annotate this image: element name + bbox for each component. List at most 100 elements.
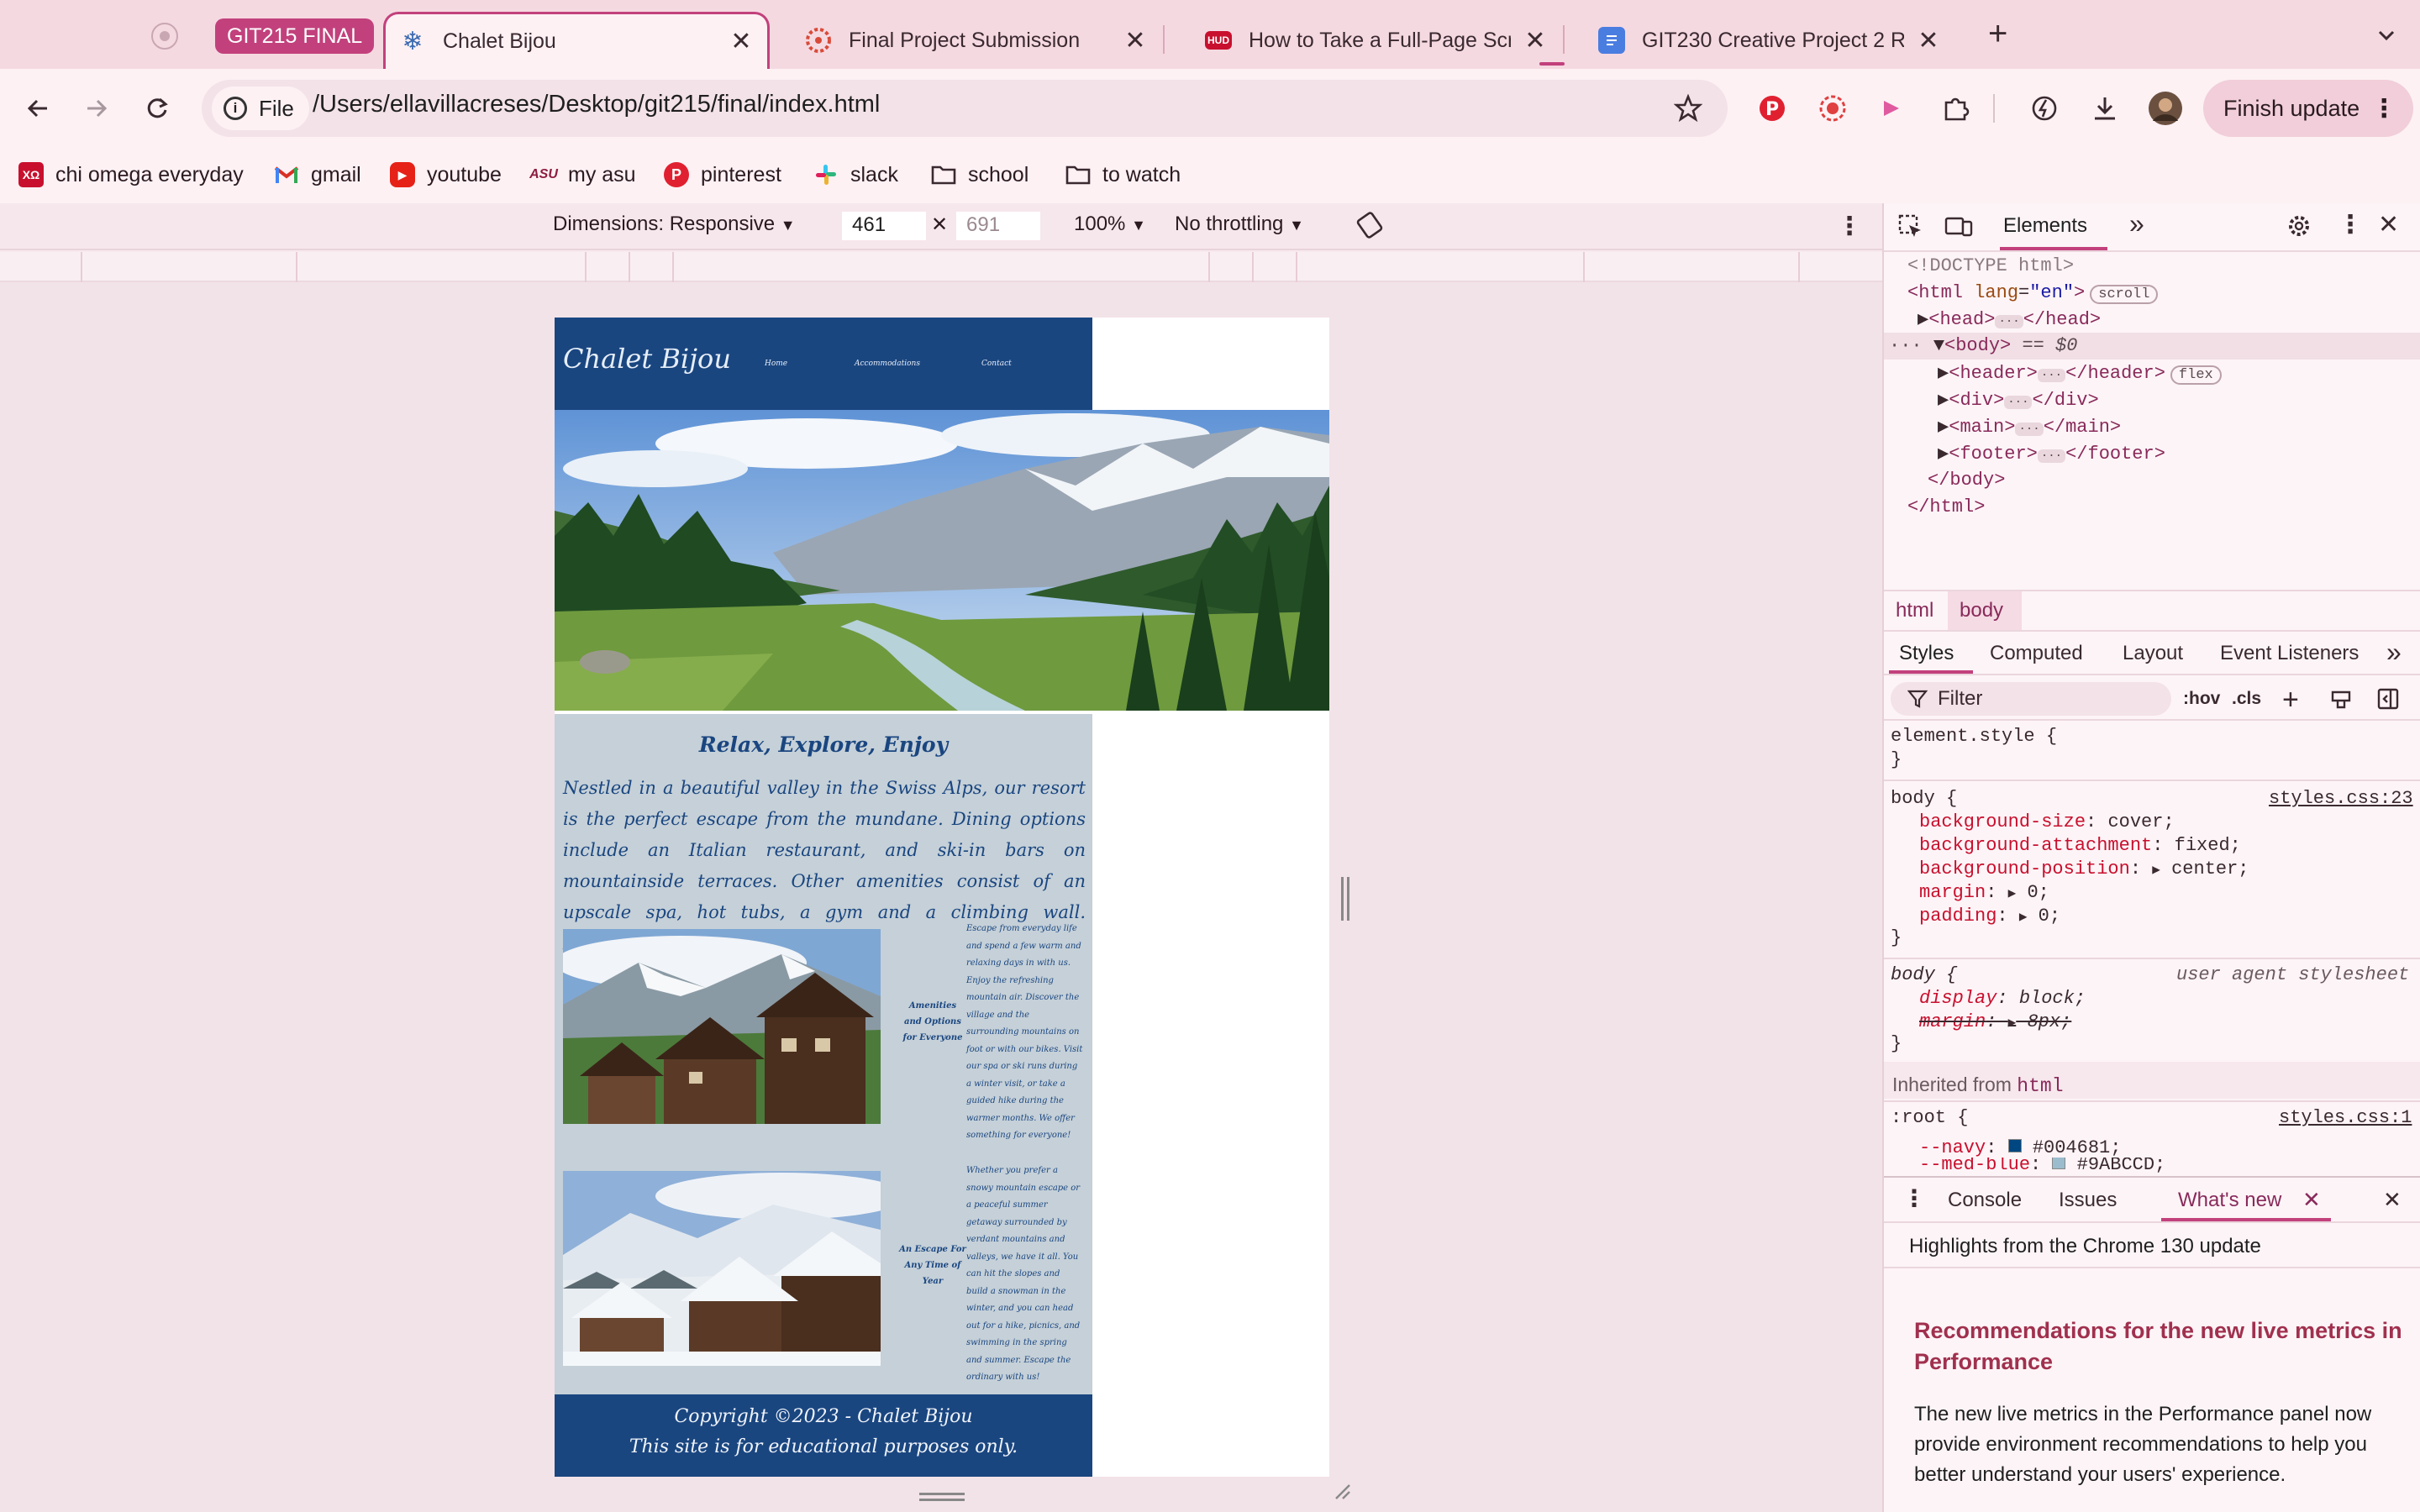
color-swatch[interactable] (2052, 1158, 2066, 1169)
rule-root-selector[interactable]: :root { (1891, 1107, 1968, 1128)
close-icon[interactable]: ✕ (729, 27, 754, 56)
device-toggle-icon[interactable] (1944, 213, 1973, 240)
dom-html-node[interactable]: <html lang="en"> scroll (1907, 282, 2159, 304)
sidebar-toggle-icon[interactable] (2376, 687, 2400, 711)
reload-icon[interactable] (136, 87, 178, 129)
drawer-menu-icon[interactable]: ⋮ (1902, 1184, 1926, 1212)
forward-arrow-icon[interactable] (76, 87, 118, 129)
site-info-chip[interactable]: i File (212, 87, 309, 130)
finish-update-button[interactable]: Finish update ⋮ (2203, 80, 2413, 137)
color-swatch[interactable] (2007, 1139, 2022, 1152)
dom-footer-node[interactable]: ▶<footer> ··· </footer> (1938, 443, 2165, 465)
gear-icon[interactable] (2286, 213, 2312, 239)
dom-main-node[interactable]: ▶<main> ··· </main> (1938, 416, 2121, 438)
more-tabs-icon[interactable]: » (2129, 208, 2144, 239)
bookmark-to-watch[interactable]: to watch (1065, 160, 1181, 190)
width-input[interactable]: 461 (842, 212, 926, 240)
dom-html-close[interactable]: </html> (1907, 496, 1985, 517)
expand-triangle-icon[interactable]: ▶ (1938, 417, 1949, 438)
hov-toggle[interactable]: :hov (2183, 689, 2220, 709)
style-property[interactable]: margin: ▶ 0; (1919, 882, 2049, 903)
rule-source-link[interactable]: styles.css:1 (2279, 1107, 2412, 1128)
download-icon[interactable] (2084, 87, 2126, 129)
expand-triangle-icon[interactable]: ▶ (1938, 444, 1949, 465)
ellipsis-icon[interactable]: ··· (2037, 449, 2066, 463)
dimensions-select[interactable]: Dimensions: Responsive ▼ (553, 213, 796, 236)
bookmark-chi-omega[interactable]: XΩ chi omega everyday (18, 160, 244, 190)
dom-div-node[interactable]: ▶<div> ··· </div> (1938, 389, 2099, 411)
expand-triangle-icon[interactable]: ▶ (2152, 863, 2160, 878)
style-property-overridden[interactable]: margin: ▶ 8px; (1919, 1011, 2071, 1032)
styles-filter-input[interactable] (1891, 682, 2171, 716)
breadcrumb-html[interactable]: html (1896, 599, 1933, 622)
dom-body-node[interactable]: ··· ▼<body> == $0 (1889, 335, 2077, 356)
tab-full-page-screenshot[interactable]: HUD How to Take a Full-Page Scre ✕ (1192, 12, 1565, 69)
tab-chalet-bijou[interactable]: ❄ Chalet Bijou ✕ (383, 12, 770, 69)
ellipsis-icon[interactable]: ··· (2037, 369, 2066, 382)
extensions-puzzle-icon[interactable] (1934, 87, 1976, 129)
close-devtools-icon[interactable]: ✕ (2378, 210, 2399, 239)
expand-triangle-icon[interactable]: ▶ (2008, 1016, 2017, 1031)
rule-body-selector[interactable]: body { (1891, 788, 1957, 809)
dom-doctype[interactable]: <!DOCTYPE html> (1907, 255, 2074, 276)
nav-accommodations[interactable]: Accommodations (855, 360, 920, 368)
rule-body-selector-ua[interactable]: body { (1891, 964, 1957, 985)
drawer-tab-whats-new[interactable]: What's new (2178, 1189, 2281, 1212)
resize-corner-icon[interactable] (1334, 1483, 1351, 1500)
ellipsis-icon[interactable]: ··· (2004, 396, 2033, 409)
height-input[interactable]: 691 (956, 212, 1040, 240)
expand-triangle-icon[interactable]: ▶ (2019, 910, 2028, 925)
tab-git230-creative-project[interactable]: GIT230 Creative Project 2 Re ✕ (1585, 12, 1954, 69)
throttling-select[interactable]: No throttling ▼ (1175, 213, 1304, 236)
bookmark-my-asu[interactable]: ASU my asu (529, 160, 635, 190)
ellipsis-icon[interactable]: ··· (1995, 315, 2023, 328)
tab-computed[interactable]: Computed (1990, 642, 2083, 665)
close-drawer-icon[interactable]: ✕ (2383, 1187, 2402, 1213)
breadcrumb-body[interactable]: body (1960, 599, 2003, 622)
device-more-icon[interactable]: ⋮ (1837, 212, 1862, 241)
back-arrow-icon[interactable] (17, 87, 59, 129)
tab-layout[interactable]: Layout (2123, 642, 2183, 665)
site-logo[interactable]: Chalet Bijou (563, 343, 731, 375)
new-rule-icon[interactable]: + (2282, 684, 2299, 717)
style-property[interactable]: padding: ▶ 0; (1919, 906, 2060, 927)
avatar[interactable] (2144, 87, 2186, 129)
style-property[interactable]: --med-blue: #9ABCCD; (1919, 1158, 2165, 1174)
zoom-select[interactable]: 100% ▼ (1074, 213, 1146, 236)
tab-final-project-submission[interactable]: Final Project Submission ✕ (792, 12, 1165, 69)
close-icon[interactable]: ✕ (1916, 26, 1941, 55)
tab-styles[interactable]: Styles (1899, 642, 1954, 665)
resize-handle-bottom[interactable] (919, 1493, 965, 1501)
style-property[interactable]: background-position: ▶ center; (1919, 858, 2249, 879)
tab-search-icon[interactable] (2370, 18, 2403, 52)
record-extension-icon[interactable] (1870, 87, 1912, 129)
whats-new-heading[interactable]: Recommendations for the new live metrics… (1914, 1315, 2410, 1378)
cls-toggle[interactable]: .cls (2232, 689, 2261, 709)
more-subtabs-icon[interactable]: » (2386, 637, 2402, 668)
nav-home[interactable]: Home (765, 360, 787, 368)
dom-head-node[interactable]: ▶<head> ··· </head> (1918, 308, 2101, 330)
collapse-triangle-icon[interactable]: ▼ (1933, 335, 1944, 356)
close-icon[interactable]: ✕ (1123, 26, 1148, 55)
rendering-emulation-icon[interactable] (2329, 687, 2353, 711)
dom-header-node[interactable]: ▶<header> ··· </header> flex (1938, 362, 2222, 385)
inspect-element-icon[interactable] (1897, 213, 1924, 240)
ellipsis-icon[interactable]: ··· (2015, 423, 2044, 436)
bookmark-youtube[interactable]: ▶ youtube (390, 160, 502, 190)
bookmark-pinterest[interactable]: P pinterest (664, 160, 781, 190)
drawer-tab-issues[interactable]: Issues (2059, 1189, 2117, 1212)
rule-source-link[interactable]: styles.css:23 (2269, 788, 2413, 809)
tab-group-chip[interactable]: GIT215 FINAL (215, 18, 375, 54)
expand-triangle-icon[interactable]: ▶ (1938, 363, 1949, 384)
drawer-tab-console[interactable]: Console (1948, 1189, 2022, 1212)
expand-triangle-icon[interactable]: ▶ (1938, 390, 1949, 411)
bookmark-slack[interactable]: slack (813, 160, 898, 190)
inherited-tag[interactable]: html (2017, 1075, 2063, 1097)
bookmark-gmail[interactable]: gmail (274, 160, 361, 190)
bookmark-star-icon[interactable] (1667, 87, 1709, 129)
pinterest-extension-icon[interactable]: P (1751, 87, 1793, 129)
close-whats-new-icon[interactable]: ✕ (2302, 1187, 2321, 1213)
pinned-tab-icon[interactable] (148, 20, 182, 52)
new-tab-icon[interactable]: + (1988, 15, 2007, 53)
style-property[interactable]: background-size: cover; (1919, 811, 2175, 832)
